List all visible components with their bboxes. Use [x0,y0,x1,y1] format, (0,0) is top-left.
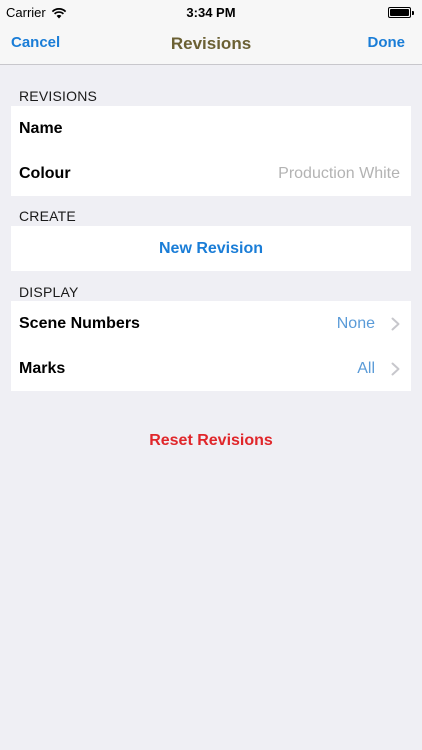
battery-icon [388,7,414,18]
create-group: New Revision [11,226,411,271]
revisions-group: Name Colour Production White [11,106,411,196]
colour-value: Production White [278,164,400,182]
marks-row[interactable]: Marks All [11,346,411,391]
name-row[interactable]: Name [11,106,411,151]
chevron-right-icon [391,317,400,330]
reset-revisions-button[interactable]: Reset Revisions [0,432,422,450]
new-revision-button[interactable]: New Revision [11,226,411,271]
scene-numbers-label: Scene Numbers [19,314,140,332]
chevron-right-icon [391,362,400,375]
display-group: Scene Numbers None Marks All [11,301,411,391]
section-header-create: CREATE [19,208,76,224]
status-time: 3:34 PM [186,5,236,20]
status-bar: Carrier 3:34 PM [0,0,422,25]
section-header-display: DISPLAY [19,284,79,300]
colour-row[interactable]: Colour Production White [11,151,411,196]
scene-numbers-value: None [336,314,375,332]
navigation-bar: Cancel Revisions Done [0,25,422,65]
marks-label: Marks [19,359,66,377]
scene-numbers-row[interactable]: Scene Numbers None [11,301,411,346]
colour-label: Colour [19,164,71,182]
section-header-revisions: REVISIONS [19,88,98,104]
done-button[interactable]: Done [368,34,406,51]
page-title: Revisions [170,34,252,53]
marks-value: All [357,359,375,377]
name-label: Name [19,119,63,137]
